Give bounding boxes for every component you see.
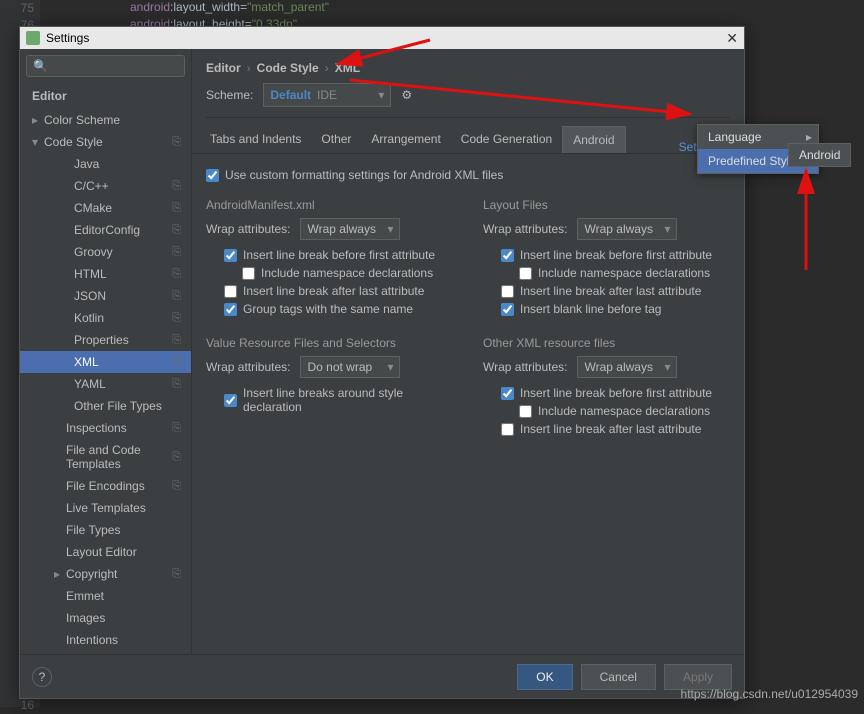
tree-item-yaml[interactable]: YAML⎘: [20, 373, 191, 395]
otherxml-ins-before[interactable]: Insert line break before first attribute: [501, 386, 730, 400]
android-pane: Use custom formatting settings for Andro…: [192, 154, 744, 654]
tree-item-emmet[interactable]: Emmet: [20, 585, 191, 607]
section-layout: Layout Files: [483, 198, 730, 212]
tree-item-file-and-code-templates[interactable]: File and Code Templates⎘: [20, 439, 191, 475]
tab-android[interactable]: Android: [562, 126, 625, 153]
tree-item-images[interactable]: Images: [20, 607, 191, 629]
valueres-wrap-dropdown[interactable]: Do not wrap▾: [300, 356, 400, 378]
tree-section-editor: Editor: [20, 83, 191, 109]
settings-main: Editor›Code Style›XML Scheme: DefaultIDE…: [192, 49, 744, 654]
settings-sidebar: 🔍 Editor ▸Color Scheme ▾Code Style⎘ Java…: [20, 49, 192, 654]
cancel-button[interactable]: Cancel: [581, 664, 656, 690]
close-icon[interactable]: ✕: [726, 30, 738, 47]
tab-other[interactable]: Other: [311, 126, 361, 153]
layout-blank-before[interactable]: Insert blank line before tag: [501, 302, 730, 316]
layout-wrap-dropdown[interactable]: Wrap always▾: [577, 218, 677, 240]
tab-arrangement[interactable]: Arrangement: [361, 126, 450, 153]
tree-item-editorconfig[interactable]: EditorConfig⎘: [20, 219, 191, 241]
dialog-titlebar[interactable]: Settings ✕: [20, 27, 744, 49]
settings-dialog: Settings ✕ 🔍 Editor ▸Color Scheme ▾Code …: [19, 26, 745, 699]
tree-item-properties[interactable]: Properties⎘: [20, 329, 191, 351]
help-button[interactable]: ?: [32, 667, 52, 687]
tab-tabs-indents[interactable]: Tabs and Indents: [200, 126, 311, 153]
tab-code-generation[interactable]: Code Generation: [451, 126, 562, 153]
tree-item-language-injections[interactable]: ▸Language Injections⎘: [20, 651, 191, 654]
scheme-dropdown[interactable]: DefaultIDE▾: [263, 83, 391, 107]
tree-item-inspections[interactable]: Inspections⎘: [20, 417, 191, 439]
scheme-label: Scheme:: [206, 88, 253, 102]
otherxml-ins-after[interactable]: Insert line break after last attribute: [501, 422, 730, 436]
otherxml-wrap-dropdown[interactable]: Wrap always▾: [577, 356, 677, 378]
android-submenu-item[interactable]: Android: [788, 143, 851, 167]
section-value-res: Value Resource Files and Selectors: [206, 336, 453, 350]
use-custom-checkbox[interactable]: Use custom formatting settings for Andro…: [206, 168, 730, 182]
dialog-footer: ? OK Cancel Apply: [20, 654, 744, 698]
tree-item-other-file-types[interactable]: Other File Types: [20, 395, 191, 417]
manifest-incl-ns[interactable]: Include namespace declarations: [242, 266, 453, 280]
manifest-wrap-dropdown[interactable]: Wrap always▾: [300, 218, 400, 240]
tree-item-file-encodings[interactable]: File Encodings⎘: [20, 475, 191, 497]
tree-item-kotlin[interactable]: Kotlin⎘: [20, 307, 191, 329]
search-field[interactable]: [52, 59, 178, 73]
tree-item-file-types[interactable]: File Types: [20, 519, 191, 541]
gear-icon[interactable]: ⚙: [401, 88, 412, 102]
search-icon: 🔍: [33, 59, 48, 73]
tree-item-live-templates[interactable]: Live Templates: [20, 497, 191, 519]
section-manifest: AndroidManifest.xml: [206, 198, 453, 212]
manifest-group-tags[interactable]: Group tags with the same name: [224, 302, 453, 316]
copy-icon: ⎘: [172, 136, 181, 149]
code-line: android:layout_width="match_parent": [130, 0, 329, 15]
apply-button[interactable]: Apply: [664, 664, 732, 690]
tree-item-java[interactable]: Java: [20, 153, 191, 175]
settings-tree[interactable]: Editor ▸Color Scheme ▾Code Style⎘ JavaC/…: [20, 83, 191, 654]
valueres-style-decl[interactable]: Insert line breaks around style declarat…: [224, 386, 453, 414]
tree-item-html[interactable]: HTML⎘: [20, 263, 191, 285]
tree-item-json[interactable]: JSON⎘: [20, 285, 191, 307]
dialog-title: Settings: [46, 31, 89, 45]
tree-item-copyright[interactable]: ▸Copyright⎘: [20, 563, 191, 585]
tree-item-cmake[interactable]: CMake⎘: [20, 197, 191, 219]
tree-item-c-c-[interactable]: C/C++⎘: [20, 175, 191, 197]
layout-incl-ns[interactable]: Include namespace declarations: [519, 266, 730, 280]
app-icon: [26, 31, 40, 45]
manifest-ins-before[interactable]: Insert line break before first attribute: [224, 248, 453, 262]
search-input[interactable]: 🔍: [26, 55, 185, 77]
layout-ins-before[interactable]: Insert line break before first attribute: [501, 248, 730, 262]
watermark: https://blog.csdn.net/u012954039: [681, 687, 858, 701]
otherxml-incl-ns[interactable]: Include namespace declarations: [519, 404, 730, 418]
tree-item-color-scheme[interactable]: ▸Color Scheme: [20, 109, 191, 131]
tree-item-groovy[interactable]: Groovy⎘: [20, 241, 191, 263]
tree-item-code-style[interactable]: ▾Code Style⎘: [20, 131, 191, 153]
ok-button[interactable]: OK: [517, 664, 572, 690]
layout-ins-after[interactable]: Insert line break after last attribute: [501, 284, 730, 298]
breadcrumb: Editor›Code Style›XML: [192, 49, 744, 83]
tab-bar: Tabs and Indents Other Arrangement Code …: [192, 126, 744, 154]
section-other-xml: Other XML resource files: [483, 336, 730, 350]
tree-item-layout-editor[interactable]: Layout Editor: [20, 541, 191, 563]
manifest-ins-after[interactable]: Insert line break after last attribute: [224, 284, 453, 298]
tree-item-intentions[interactable]: Intentions: [20, 629, 191, 651]
tree-item-xml[interactable]: XML⎘: [20, 351, 191, 373]
